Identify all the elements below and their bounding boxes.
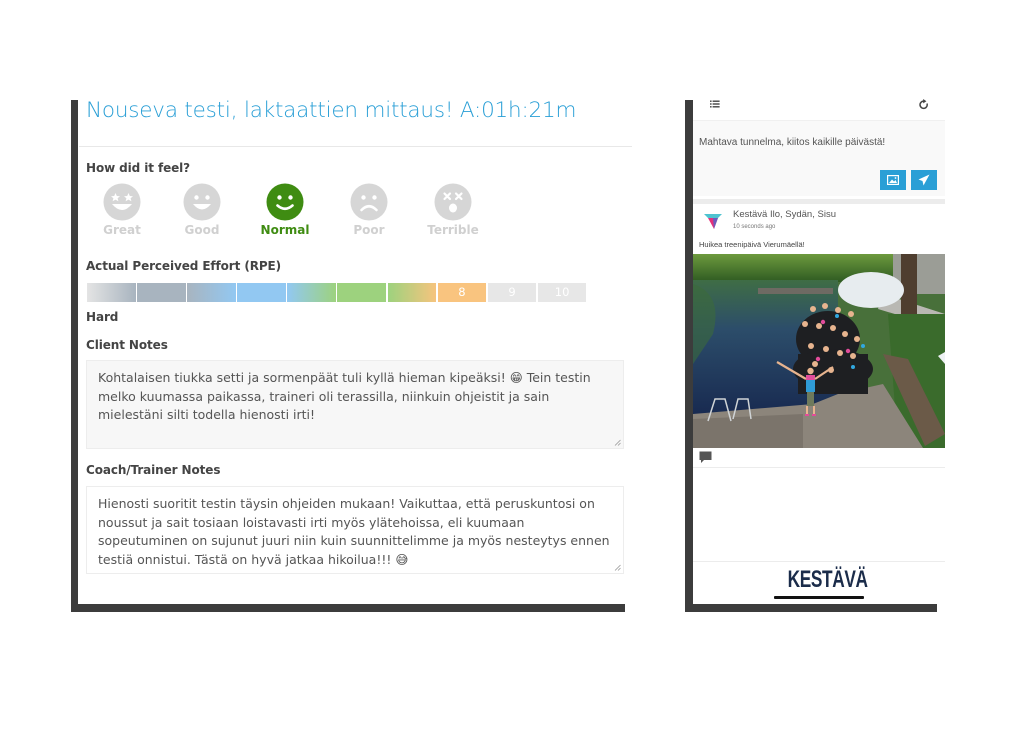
compose-post-area[interactable]: Mahtava tunnelma, kiitos kaikille päiväs… <box>693 120 945 196</box>
coach-notes-label: Coach/Trainer Notes <box>86 463 221 477</box>
rpe-segment-5[interactable] <box>287 283 336 302</box>
comment-icon[interactable] <box>699 451 712 464</box>
rpe-segment-4[interactable] <box>237 283 286 302</box>
feel-option-label: Terrible <box>427 223 479 237</box>
feel-selector: Great Good Normal Poor Terrible <box>90 183 490 243</box>
coach-notes-text: Hienosti suoritit testin täysin ohjeiden… <box>98 496 610 568</box>
client-notes-textarea[interactable]: Kohtalaisen tiukka setti ja sormenpäät t… <box>86 360 624 449</box>
workout-title: Nouseva testi, laktaattien mittaus! A:01… <box>86 98 577 123</box>
post-photo[interactable] <box>693 254 945 448</box>
feel-option-label: Great <box>103 223 141 237</box>
footer-divider <box>693 561 945 562</box>
rpe-segment-1[interactable] <box>87 283 136 302</box>
rpe-segment-2[interactable] <box>137 283 186 302</box>
kestava-logo: KESTÄVÄ <box>787 566 868 593</box>
sad-face-icon <box>350 183 388 221</box>
send-post-button[interactable] <box>911 170 937 190</box>
coach-notes-textarea[interactable]: Hienosti suoritit testin täysin ohjeiden… <box>86 486 624 574</box>
attach-image-button[interactable] <box>880 170 906 190</box>
resize-handle-icon[interactable] <box>614 439 621 446</box>
feel-option-label: Normal <box>260 223 310 237</box>
logo-underline <box>774 596 864 599</box>
feed-toolbar <box>693 99 945 120</box>
panel-frame-left-border <box>685 100 693 612</box>
compose-post-text[interactable]: Mahtava tunnelma, kiitos kaikille päiväs… <box>699 137 885 148</box>
post-author[interactable]: Kestävä Ilo, Sydän, Sisu <box>733 209 836 220</box>
rpe-scale: 8 9 10 <box>87 283 589 302</box>
image-icon <box>887 175 899 185</box>
panel-frame-left-border <box>71 100 78 612</box>
client-notes-text: Kohtalaisen tiukka setti ja sormenpäät t… <box>98 370 591 423</box>
panel-frame-bottom-border <box>71 604 625 612</box>
smile-face-icon <box>266 183 304 221</box>
group-lake-photo <box>693 254 945 448</box>
star-eyes-face-icon <box>103 183 141 221</box>
refresh-icon[interactable] <box>919 99 929 110</box>
post-text: Huikea treenipäivä Vierumäellä! <box>699 240 805 249</box>
workout-details-content: Nouseva testi, laktaattien mittaus! A:01… <box>78 98 632 604</box>
resize-handle-icon[interactable] <box>614 564 621 571</box>
title-divider <box>79 146 632 147</box>
rpe-segment-3[interactable] <box>187 283 236 302</box>
smile-face-icon <box>183 183 221 221</box>
feel-option-good[interactable]: Good <box>170 183 234 237</box>
paper-plane-icon <box>918 174 930 186</box>
author-avatar[interactable] <box>704 213 722 231</box>
rpe-segment-7[interactable] <box>387 283 437 302</box>
social-feed-panel: Mahtava tunnelma, kiitos kaikille päiväs… <box>685 99 945 612</box>
rpe-segment-8-selected[interactable]: 8 <box>437 283 487 302</box>
social-feed-content: Mahtava tunnelma, kiitos kaikille päiväs… <box>693 99 945 604</box>
post-timestamp: 10 seconds ago <box>733 224 776 230</box>
feel-option-poor[interactable]: Poor <box>337 183 401 237</box>
dizzy-face-icon <box>434 183 472 221</box>
feel-option-label: Good <box>184 223 220 237</box>
workout-details-panel: Nouseva testi, laktaattien mittaus! A:01… <box>71 98 632 612</box>
feel-option-terrible[interactable]: Terrible <box>421 183 485 237</box>
feed-divider <box>693 199 945 204</box>
feel-option-normal[interactable]: Normal <box>253 183 317 237</box>
comment-divider <box>693 467 945 468</box>
rpe-label: Actual Perceived Effort (RPE) <box>86 259 282 273</box>
feel-option-label: Poor <box>353 223 385 237</box>
feel-option-great[interactable]: Great <box>90 183 154 237</box>
rpe-level-label: Hard <box>86 310 119 324</box>
rpe-segment-6[interactable] <box>337 283 386 302</box>
panel-frame-bottom-border <box>685 604 937 612</box>
client-notes-label: Client Notes <box>86 338 168 352</box>
rpe-segment-9[interactable]: 9 <box>487 283 537 302</box>
feel-label: How did it feel? <box>86 161 191 175</box>
rpe-segment-10[interactable]: 10 <box>537 283 587 302</box>
list-icon[interactable] <box>710 100 720 109</box>
